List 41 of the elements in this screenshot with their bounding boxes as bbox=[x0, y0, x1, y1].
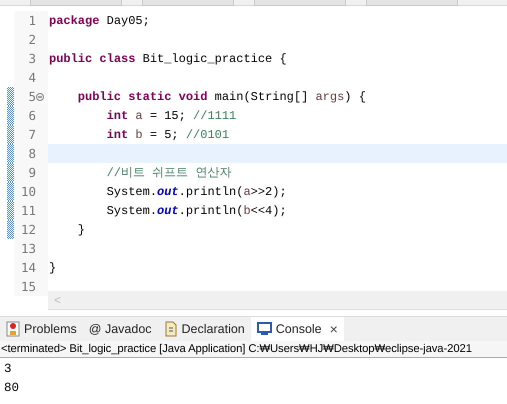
monitor-icon bbox=[256, 322, 272, 336]
code-line: public static void main(String[] args) { bbox=[76, 90, 366, 104]
close-icon[interactable]: × bbox=[330, 321, 338, 337]
code-line: package Day05; bbox=[49, 14, 150, 28]
line-number: 9 bbox=[27, 165, 36, 180]
line-number: 14 bbox=[20, 260, 36, 275]
editor-tab[interactable] bbox=[254, 0, 346, 6]
line-number: 2 bbox=[27, 32, 36, 47]
view-tab[interactable]: @ Javadoc bbox=[82, 317, 158, 341]
code-line: } bbox=[76, 222, 86, 236]
line-number: 12 bbox=[20, 222, 36, 237]
code-line: int a = 15; //1111 bbox=[106, 108, 236, 122]
line-number: 3 bbox=[27, 51, 36, 66]
code-line: int b = 5; //0101 bbox=[106, 128, 230, 142]
editor-tab[interactable] bbox=[30, 0, 122, 6]
editor-tab[interactable] bbox=[366, 0, 458, 6]
editor-tab[interactable] bbox=[142, 0, 234, 6]
line-number: 1 bbox=[27, 13, 36, 28]
code-line: System.out.println(b<<4); bbox=[106, 204, 287, 218]
line-number: 8 bbox=[27, 146, 36, 161]
line-number: 15 bbox=[20, 279, 36, 294]
console-output: 3 bbox=[4, 361, 13, 378]
code-line: public class Bit_logic_practice { bbox=[49, 52, 287, 66]
code-line: } bbox=[49, 260, 56, 274]
document-icon bbox=[164, 321, 178, 337]
line-number: 5 bbox=[27, 89, 36, 104]
console-header: <terminated> Bit_logic_practice [Java Application] C:₩Users₩HJ₩Desktop₩eclipse-java-2021 bbox=[0, 341, 507, 358]
line-number: 10 bbox=[20, 184, 36, 199]
code-line: System.out.println(a>>2); bbox=[106, 184, 287, 198]
view-tab[interactable]: Problems bbox=[0, 317, 83, 341]
line-number: 11 bbox=[20, 203, 36, 218]
line-number: 7 bbox=[27, 127, 36, 142]
fold-icon[interactable] bbox=[36, 92, 44, 100]
line-number: 13 bbox=[20, 241, 36, 256]
code-line: //비트 쉬프트 연산자 bbox=[106, 165, 232, 181]
line-number: 4 bbox=[27, 70, 36, 85]
problems-icon bbox=[6, 321, 20, 337]
console-output: 80 bbox=[4, 380, 20, 397]
line-number: 6 bbox=[27, 108, 36, 123]
view-tab[interactable]: Declaration bbox=[158, 317, 251, 341]
view-tab[interactable]: Console × bbox=[250, 317, 344, 341]
